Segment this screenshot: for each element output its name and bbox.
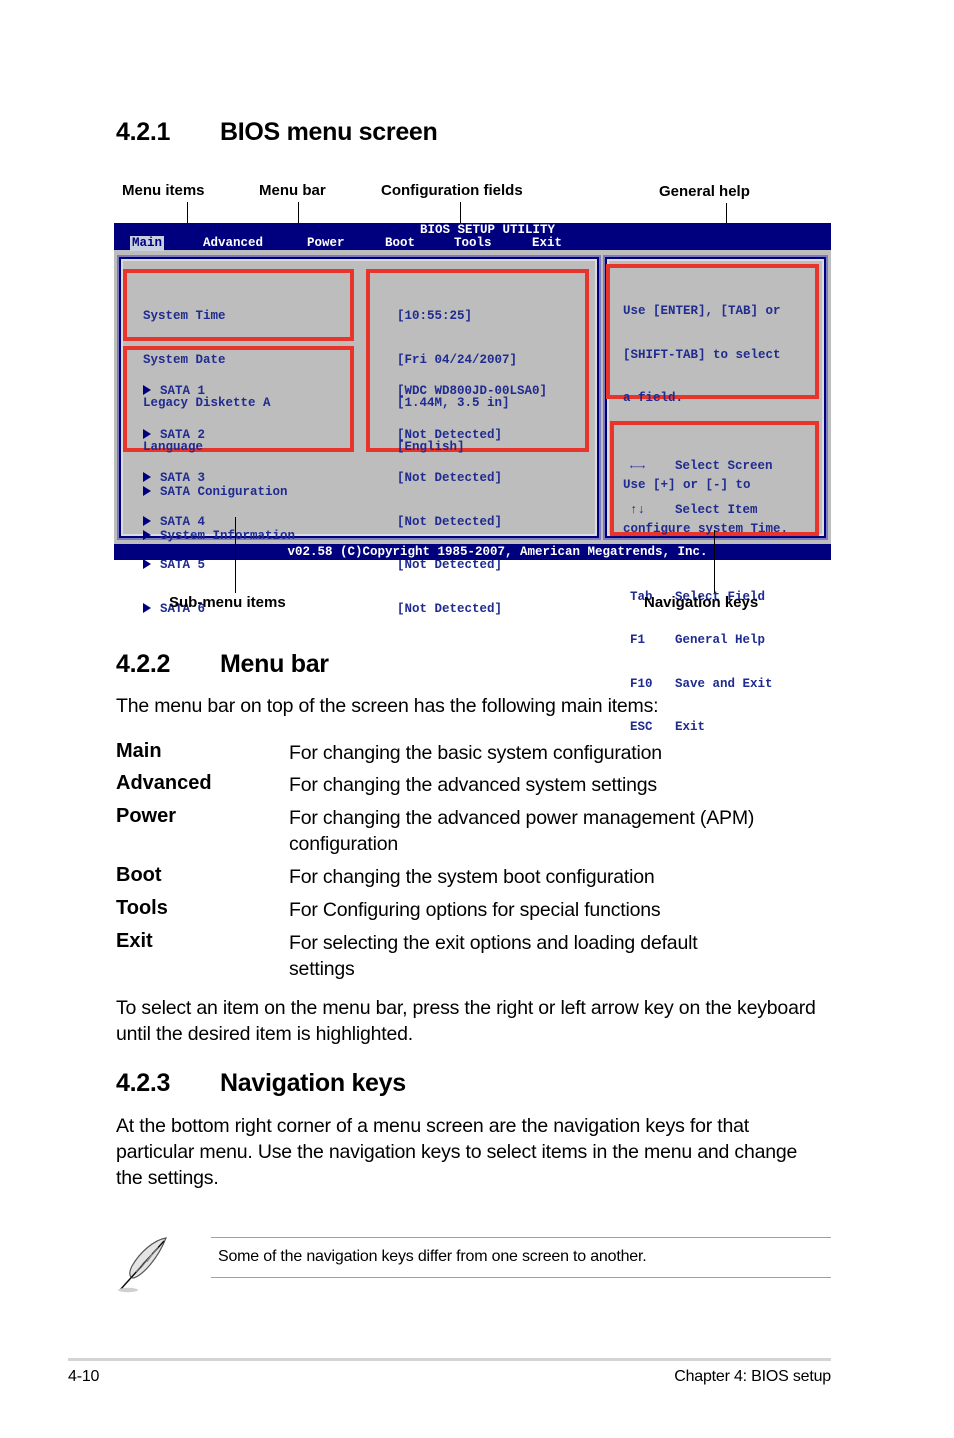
footer-rule xyxy=(68,1358,831,1361)
menu-bar-outro: To select an item on the menu bar, press… xyxy=(116,997,816,1045)
submenu-item-system-information[interactable]: System Information xyxy=(143,529,295,544)
feather-pen-icon xyxy=(114,1234,172,1294)
definition-term: Advanced xyxy=(116,772,212,794)
sata-value: [Not Detected] xyxy=(397,601,503,616)
section-heading-navigation-keys: 4.2.3 Navigation keys xyxy=(116,1069,406,1098)
bios-sata-values: [WDC WD800JD-00LSA0] [Not Detected] [Not… xyxy=(397,355,547,645)
submenu-arrow-icon xyxy=(143,602,151,613)
nav-key-row: ←→ Select Screen xyxy=(630,459,773,474)
definition-desc: For changing the advanced system setting… xyxy=(289,774,657,796)
config-value-time[interactable]: [10:55:25] xyxy=(397,309,517,324)
bios-screen: BIOS SETUP UTILITY Main Advanced Power B… xyxy=(114,223,831,734)
nav-key-row: F1 General Help xyxy=(630,633,773,648)
definition-desc: For Configuring options for special func… xyxy=(289,899,661,921)
definition-desc: For selecting the exit options and loadi… xyxy=(289,932,698,980)
definition-desc: For changing the basic system configurat… xyxy=(289,742,662,764)
nav-key-action: Exit xyxy=(675,720,706,734)
section-number: 4.2.2 xyxy=(116,650,171,678)
section-number: 4.2.1 xyxy=(116,118,171,146)
definition-term: Exit xyxy=(116,930,153,952)
callout-line-navigation-keys xyxy=(714,530,715,593)
help-line: Use [ENTER], [TAB] or xyxy=(623,304,781,318)
sata-value: [Not Detected] xyxy=(397,471,503,485)
bios-menu-bar: BIOS SETUP UTILITY Main Advanced Power B… xyxy=(114,223,831,251)
sata-value: [Not Detected] xyxy=(397,514,503,529)
definition-term: Power xyxy=(116,805,177,827)
menu-bar-intro: The menu bar on top of the screen has th… xyxy=(116,695,659,717)
callout-menu-bar: Menu bar xyxy=(259,182,326,199)
bios-tab-power[interactable]: Power xyxy=(307,236,345,251)
sata-value: [WDC WD800JD-00LSA0] xyxy=(397,384,548,398)
sata-value: [Not Detected] xyxy=(397,558,503,572)
submenu-arrow-icon xyxy=(143,486,151,496)
note-top-rule xyxy=(211,1237,831,1238)
bios-tab-tools[interactable]: Tools xyxy=(454,236,492,251)
definition-term: Boot xyxy=(116,864,162,886)
note-text: Some of the navigation keys differ from … xyxy=(218,1248,647,1265)
bios-tab-boot[interactable]: Boot xyxy=(385,236,415,251)
callout-config-fields: Configuration fields xyxy=(381,182,523,199)
navigation-keys-body: At the bottom right corner of a menu scr… xyxy=(116,1115,798,1189)
help-line: a field. xyxy=(623,391,684,405)
callout-sub-menu-items: Sub-menu items xyxy=(169,594,286,611)
section-number: 4.2.3 xyxy=(116,1069,171,1097)
submenu-item-label: System Information xyxy=(160,528,296,543)
callout-navigation-keys: Navigation keys xyxy=(644,594,759,611)
callout-general-help: General help xyxy=(659,183,750,200)
sata-value: [Not Detected] xyxy=(397,427,503,442)
nav-key-action: General Help xyxy=(675,633,766,647)
help-line: [SHIFT-TAB] to select xyxy=(623,347,781,362)
submenu-arrow-icon xyxy=(143,529,151,540)
nav-key-row: ↑↓ Select Item xyxy=(630,503,773,518)
nav-key: F10 xyxy=(630,676,653,691)
callout-menu-items: Menu items xyxy=(122,182,205,199)
note-bottom-rule xyxy=(211,1277,831,1278)
submenu-item-sata-configuration[interactable]: SATA Coniguration xyxy=(143,485,295,500)
nav-key: F1 xyxy=(630,633,646,647)
nav-key: ESC xyxy=(630,720,653,734)
nav-key-row: ESC Exit xyxy=(630,720,773,735)
submenu-arrow-icon xyxy=(143,428,151,439)
bios-tab-exit[interactable]: Exit xyxy=(532,236,562,251)
bios-tab-advanced[interactable]: Advanced xyxy=(203,236,263,251)
nav-key-action: Save and Exit xyxy=(675,676,773,691)
bios-tab-main[interactable]: Main xyxy=(130,236,165,251)
section-heading-bios-menu-screen: 4.2.1 BIOS menu screen xyxy=(116,118,438,147)
callout-line-sub-menu-items xyxy=(235,517,236,593)
menu-item-system-time[interactable]: System Time xyxy=(143,309,271,324)
section-title: Navigation keys xyxy=(220,1069,406,1097)
submenu-arrow-icon xyxy=(143,385,151,395)
sata-item-label: SATA 2 xyxy=(160,427,206,442)
submenu-item-label: SATA Coniguration xyxy=(160,485,288,499)
page-number: 4-10 xyxy=(68,1368,100,1385)
bios-copyright-bar: v02.58 (C)Copyright 1985-2007, American … xyxy=(114,544,831,560)
sata-item[interactable]: SATA 2 xyxy=(143,428,205,443)
section-title: BIOS menu screen xyxy=(220,118,438,146)
sata-item[interactable]: SATA 1 xyxy=(143,384,205,399)
sata-item-label: SATA 1 xyxy=(160,384,206,398)
chapter-title: Chapter 4: BIOS setup xyxy=(674,1368,831,1385)
section-title: Menu bar xyxy=(220,650,329,678)
up-down-arrows-icon: ↑↓ xyxy=(630,502,646,517)
definition-desc: For changing the advanced power manageme… xyxy=(289,807,755,855)
left-right-arrows-icon: ←→ xyxy=(630,459,646,473)
definition-term: Tools xyxy=(116,897,168,919)
definition-term: Main xyxy=(116,740,162,762)
section-heading-menu-bar: 4.2.2 Menu bar xyxy=(116,650,329,679)
nav-key-action: Select Item xyxy=(675,502,758,517)
nav-key-action: Select Screen xyxy=(675,459,773,473)
nav-key-row: F10 Save and Exit xyxy=(630,677,773,692)
definition-desc: For changing the system boot configurati… xyxy=(289,866,655,888)
